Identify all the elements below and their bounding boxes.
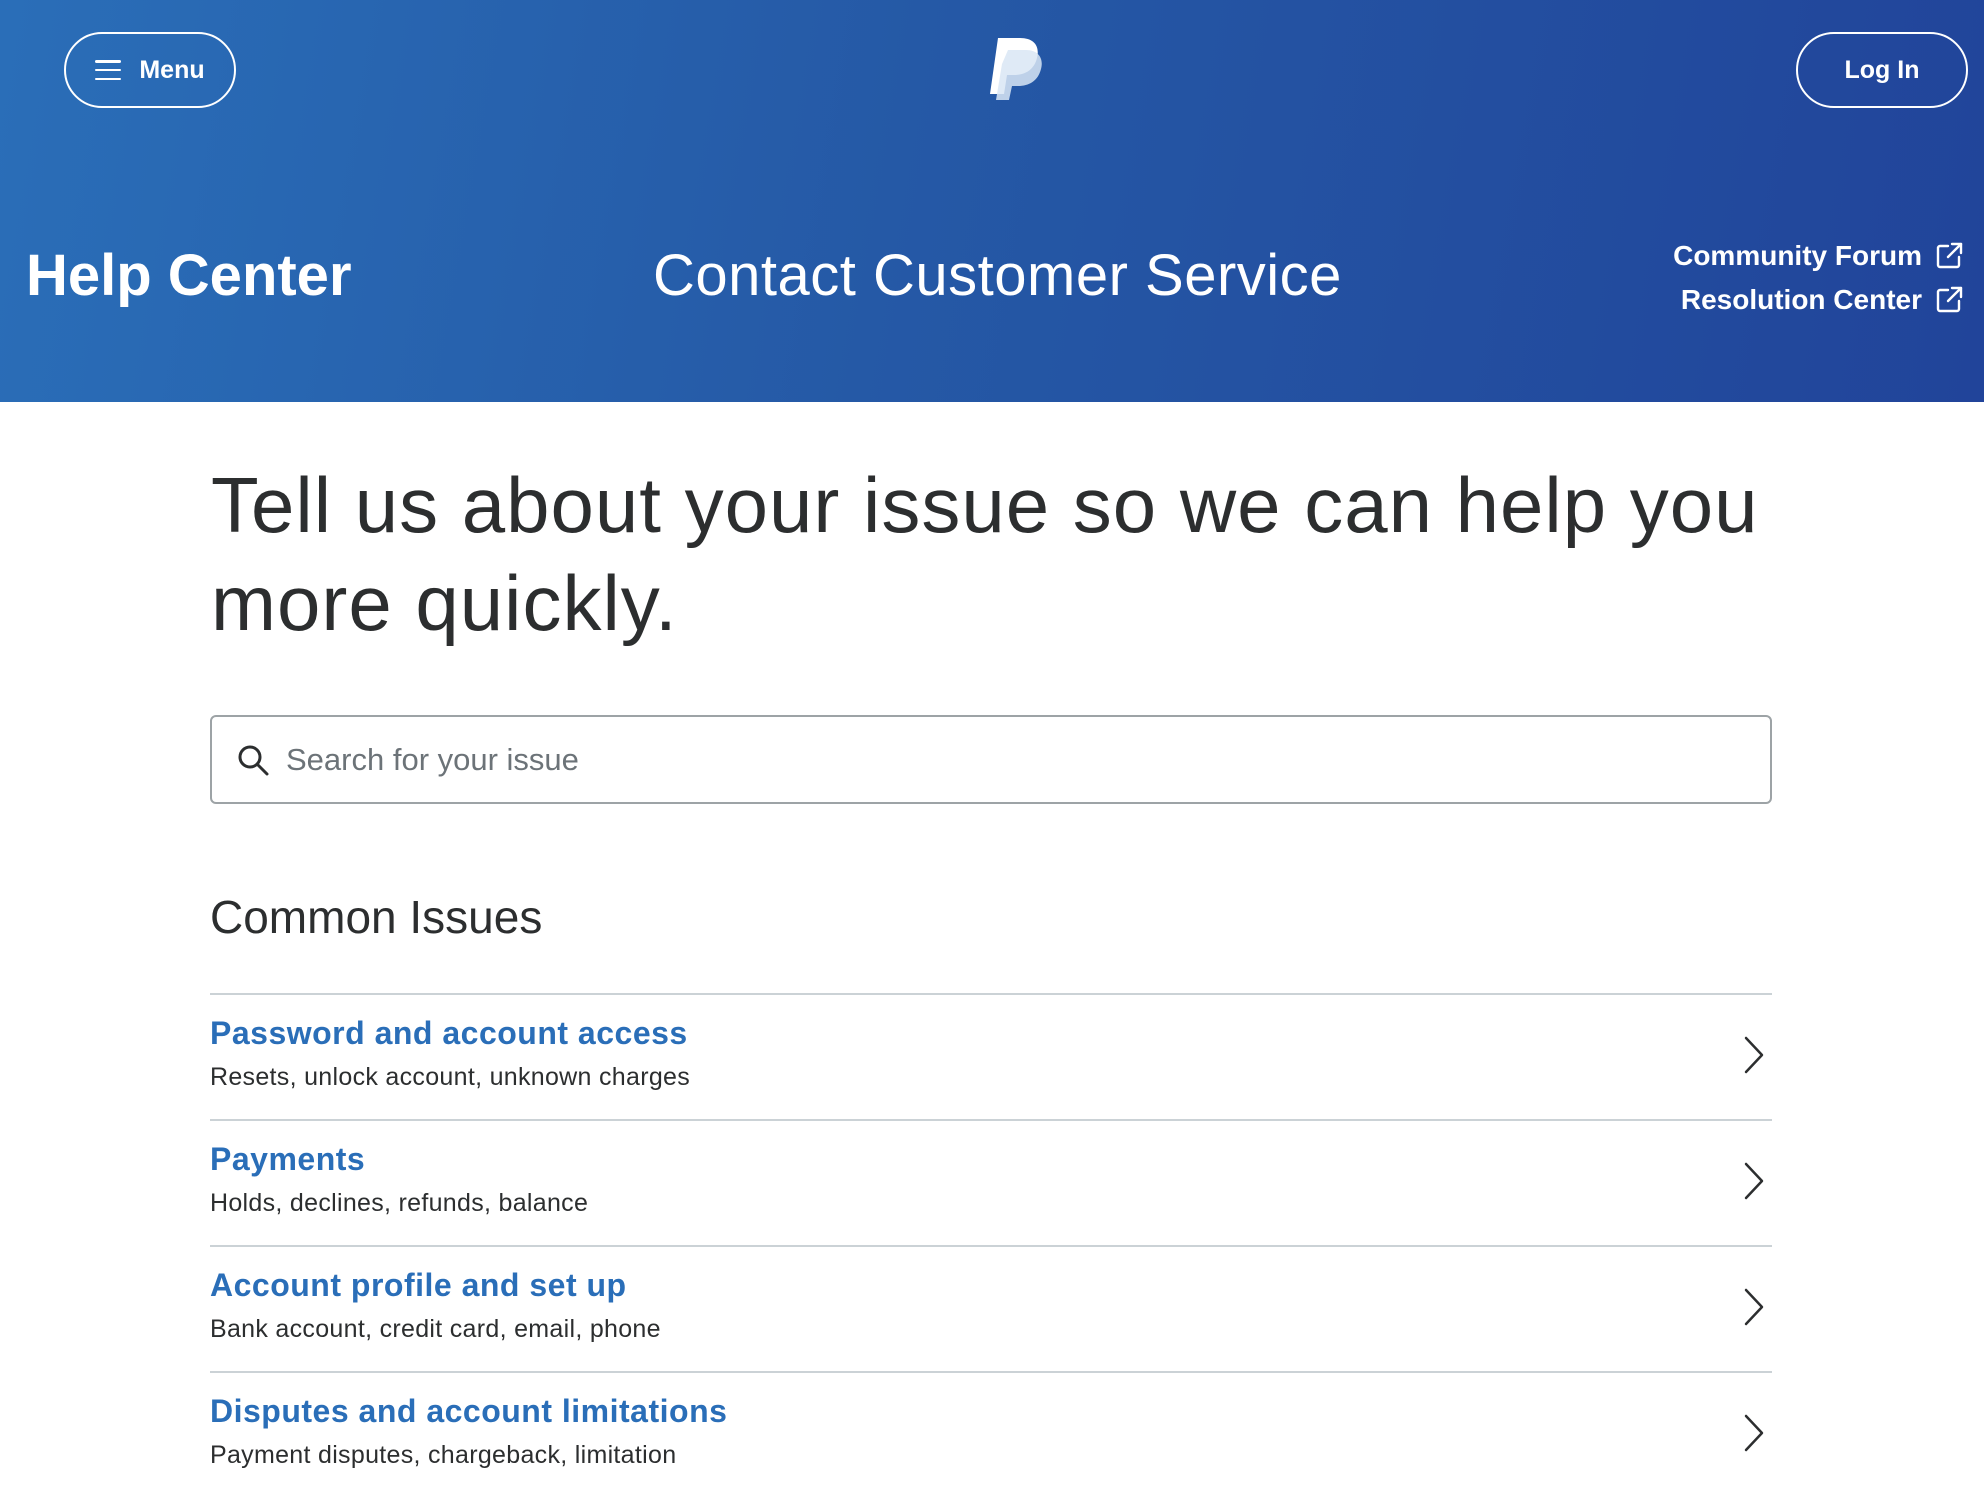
issue-title[interactable]: Payments bbox=[210, 1141, 365, 1178]
chevron-right-icon bbox=[1744, 1414, 1764, 1452]
login-label: Log In bbox=[1844, 55, 1920, 84]
hamburger-icon bbox=[95, 60, 122, 80]
chevron-right-icon bbox=[1744, 1162, 1764, 1200]
issues-list: Password and account access Resets, unlo… bbox=[210, 993, 1772, 1497]
chevron-right-icon bbox=[1744, 1288, 1764, 1326]
search-icon bbox=[238, 745, 269, 775]
external-links: Community Forum Resolution Center bbox=[1673, 234, 1964, 322]
search-box[interactable] bbox=[210, 715, 1772, 804]
issue-password-access[interactable]: Password and account access Resets, unlo… bbox=[210, 993, 1772, 1119]
menu-label: Menu bbox=[139, 55, 205, 84]
issue-description: Payment disputes, chargeback, limitation bbox=[210, 1441, 677, 1469]
issue-title[interactable]: Password and account access bbox=[210, 1015, 688, 1052]
page-title: Contact Customer Service bbox=[653, 243, 1342, 308]
external-link-icon bbox=[1936, 242, 1963, 269]
chevron-right-icon bbox=[1744, 1036, 1764, 1074]
headline: Tell us about your issue so we can help … bbox=[211, 461, 1759, 647]
issue-disputes-limitations[interactable]: Disputes and account limitations Payment… bbox=[210, 1371, 1772, 1497]
issue-account-profile[interactable]: Account profile and set up Bank account,… bbox=[210, 1245, 1772, 1371]
external-link-icon bbox=[1936, 286, 1963, 313]
issue-description: Resets, unlock account, unknown charges bbox=[210, 1063, 691, 1091]
issue-payments[interactable]: Payments Holds, declines, refunds, balan… bbox=[210, 1119, 1772, 1245]
search-input[interactable] bbox=[286, 741, 1686, 778]
community-forum-label: Community Forum bbox=[1673, 240, 1922, 271]
issue-title[interactable]: Account profile and set up bbox=[210, 1267, 627, 1304]
help-center-title[interactable]: Help Center bbox=[26, 238, 352, 314]
issue-description: Bank account, credit card, email, phone bbox=[210, 1315, 661, 1343]
issue-title[interactable]: Disputes and account limitations bbox=[210, 1393, 727, 1430]
community-forum-link[interactable]: Community Forum bbox=[1673, 234, 1964, 278]
hero-banner: Menu Log In Help Center Contact Customer… bbox=[0, 0, 1984, 402]
paypal-logo[interactable] bbox=[984, 36, 1044, 102]
resolution-center-label: Resolution Center bbox=[1680, 284, 1922, 315]
menu-button[interactable]: Menu bbox=[64, 32, 236, 108]
common-issues-title: Common Issues bbox=[210, 891, 543, 943]
login-button[interactable]: Log In bbox=[1796, 32, 1968, 108]
resolution-center-link[interactable]: Resolution Center bbox=[1673, 278, 1964, 322]
issue-description: Holds, declines, refunds, balance bbox=[210, 1189, 589, 1217]
